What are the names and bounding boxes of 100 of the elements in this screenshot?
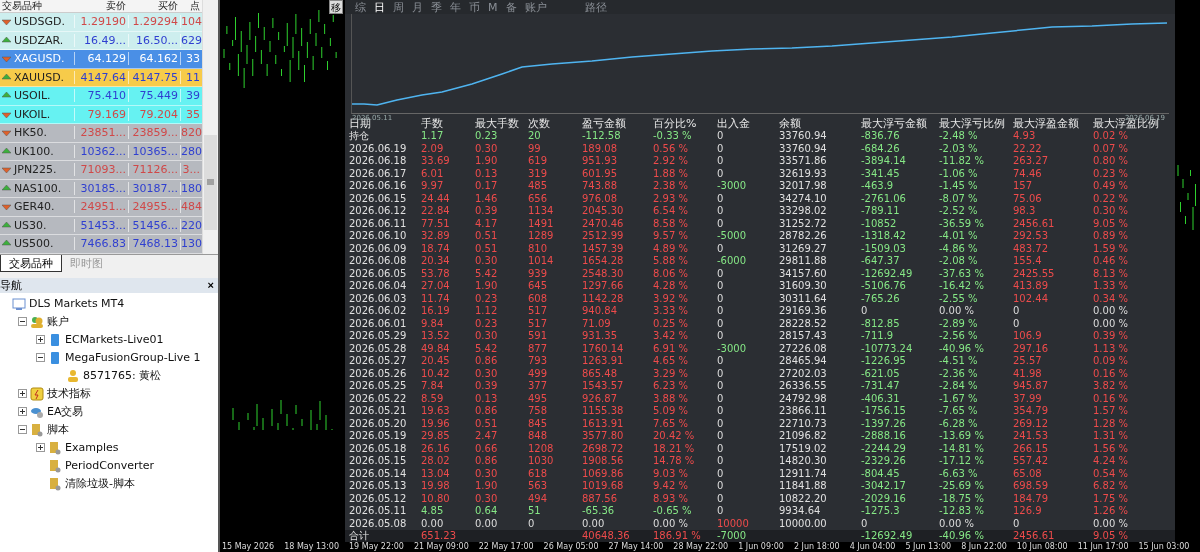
max-float-loss-ratio-cell-text: -2.48 % [939,130,979,142]
max-float-profit-cell-text: 102.44 [1013,292,1049,304]
period-tab[interactable]: 年 [450,0,461,15]
expand-toggle-icon[interactable] [18,389,27,398]
symbol-row[interactable]: GER40. 24951... 24955... 484 [0,198,202,217]
max-float-loss-ratio-cell-text: -8.07 % [939,192,979,204]
collapse-toggle-icon[interactable] [18,317,27,326]
close-button[interactable]: × [207,279,214,291]
scroll-thumb[interactable] [204,134,217,230]
count-cell-text: 1289 [528,230,555,242]
symbol-row[interactable]: US500. 7466.83 7468.13 130 [0,235,202,254]
count-cell-text: 485 [528,180,549,192]
max-float-loss-cell-text: -731.47 [861,380,901,392]
balance-cell-text: 11841.88 [779,480,828,492]
date-cell-text: 2026.06.12 [349,205,408,217]
scrollbar[interactable] [202,0,218,254]
max-float-profit-ratio-cell-text: 0.16 % [1093,367,1129,379]
tree-item[interactable]: 脚本 [47,422,69,437]
bid-price: 75.410 [74,89,128,103]
max-float-loss-ratio-cell-text: -1.06 % [939,167,979,179]
period-tab[interactable]: 周 [393,0,404,15]
max-float-profit-cell-text: 297.16 [1013,342,1049,354]
tree-item[interactable]: 8571765: 黄松 [83,368,162,383]
expand-toggle-icon[interactable] [18,407,27,416]
max-float-profit-ratio-cell-text: 0.46 % [1093,255,1129,267]
period-tab[interactable]: 备 [505,0,517,15]
count-cell-text: 939 [528,267,549,279]
tree-item[interactable]: DLS Markets MT4 [29,297,125,310]
balance-cell-text: 17519.02 [779,442,828,454]
balance-cell-text: 33760.94 [779,142,828,154]
max-float-profit-ratio-cell-text: 0.16 % [1093,392,1129,404]
move-button[interactable]: 移 [329,0,343,14]
symbol-row[interactable]: USDSGD. 1.29190 1.29294 104 [0,13,202,32]
tree-item[interactable]: Examples [65,441,119,454]
period-tab[interactable]: M [488,0,498,14]
max-lots-cell-text: 0.66 [475,442,499,454]
lots-cell-text: 8.59 [421,392,445,404]
profit-cell-text: 1155.38 [582,405,625,417]
collapse-toggle-icon[interactable] [36,353,45,362]
count-cell-text: 0 [528,517,536,529]
count-cell-text: 494 [528,492,549,504]
tree-item[interactable]: 清除垃圾-脚本 [65,476,135,491]
lots-cell-text: 13.04 [421,467,451,479]
tab[interactable]: 交易品种 [0,254,62,272]
period-tab[interactable]: 综 [355,0,366,15]
max-float-profit-cell-text: 75.06 [1013,192,1043,204]
percent-cell-text: 0.25 % [653,317,689,329]
profit-cell-text: 2698.72 [582,442,625,454]
ask-price: 71126... [128,163,180,177]
tree-item[interactable]: MegaFusionGroup-Live 1 [65,351,201,364]
max-float-profit-ratio-cell-text: 1.28 % [1093,417,1129,429]
bid-price: 79.169 [74,107,128,121]
percent-cell-text: 0.00 % [653,517,689,529]
period-tab[interactable]: 日 [374,0,385,15]
period-tab[interactable]: 账户 [524,0,547,15]
max-float-profit-ratio-cell-text: 1.57 % [1093,405,1129,417]
percent-cell-text: 5.88 % [653,255,689,267]
date-cell-text: 持仓 [349,130,370,142]
period-tab[interactable]: 月 [412,0,423,15]
symbol-row[interactable]: USOIL. 75.410 75.449 39 [0,87,202,106]
tree-item[interactable]: EA交易 [47,404,84,419]
max-float-profit-ratio-cell-text: 0.23 % [1093,167,1129,179]
period-tab[interactable]: 币 [469,0,480,15]
tree-item[interactable]: PeriodConverter [65,459,155,472]
expand-toggle-icon[interactable] [36,443,45,452]
lots-cell-text: 27.04 [421,280,451,292]
lots-cell-text: 18.74 [421,242,451,254]
profit-cell-text: 865.48 [582,367,618,379]
max-float-loss-ratio-cell-text: -2.84 % [939,380,979,392]
deposit-cell-text: -7000 [717,530,748,542]
max-float-profit-cell-text: 106.9 [1013,330,1043,342]
max-lots-cell-text: 1.90 [475,280,499,292]
ask-price: 30187... [128,181,180,195]
profit-cell-text: 976.08 [582,192,618,204]
time-label: 18 May 13:00 [284,542,340,552]
balance-cell-text: 10822.20 [779,492,828,504]
balance-cell-text: 32017.98 [779,180,828,192]
period-tab[interactable]: 路径 [584,0,607,15]
max-float-loss-cell-text: -463.9 [861,180,895,192]
tree-item[interactable]: ECMarkets-Live01 [65,333,164,346]
deposit-cell-text: -5000 [717,230,748,242]
balance-cell-text: 21096.82 [779,430,828,442]
collapse-toggle-icon[interactable] [18,425,27,434]
max-float-loss-cell-text: -2029.16 [861,492,907,504]
balance-cell-text: 12911.74 [779,467,828,479]
time-label: 28 May 22:00 [673,542,729,552]
expand-toggle-icon[interactable] [36,335,45,344]
profit-cell-text: 189.08 [582,142,618,154]
ask-price: 75.449 [128,89,180,103]
max-float-profit-cell-text: 4.93 [1013,130,1037,142]
tree-item[interactable]: 技术指标 [47,386,91,401]
max-float-loss-ratio-cell-text: -4.51 % [939,355,979,367]
date-cell-text: 2026.05.15 [349,455,408,467]
tree-item[interactable]: 账户 [47,314,69,329]
symbol-row[interactable]: JPN225. 71093... 71126... 3... [0,161,202,180]
balance-cell-text: 29169.36 [779,305,828,317]
max-float-loss-cell-text: -341.45 [861,167,901,179]
period-tab[interactable]: 季 [431,0,442,15]
symbol-name: UKOIL. [14,107,51,121]
symbol-row[interactable]: HK50. 23851... 23859... 820 [0,124,202,143]
